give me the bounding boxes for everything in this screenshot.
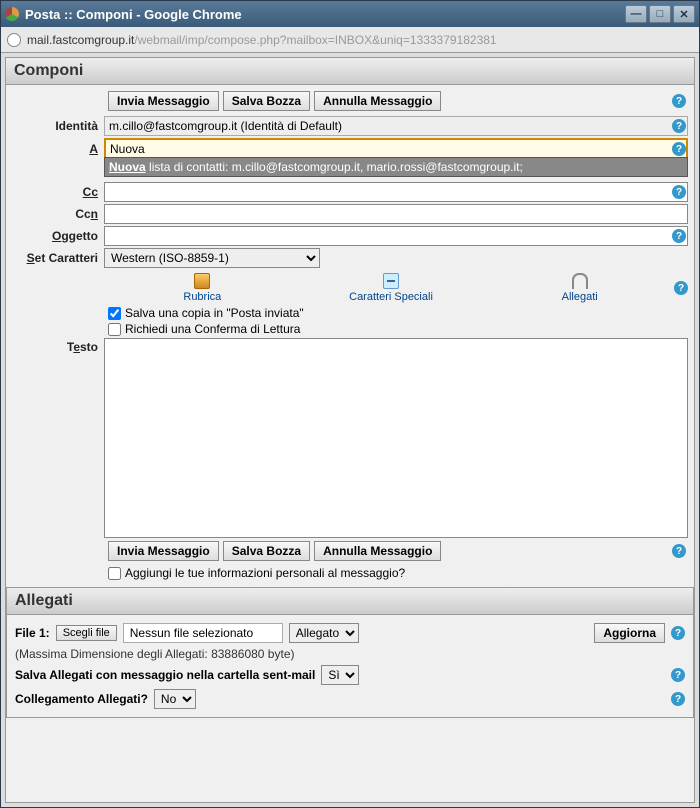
save-sent-row: Salva Allegati con messaggio nella carte… <box>15 663 685 687</box>
cc-label: Cc <box>12 185 104 199</box>
to-label: A <box>12 142 104 156</box>
top-action-row: Invia Messaggio Salva Bozza Annulla Mess… <box>12 89 688 115</box>
help-icon[interactable]: ? <box>672 142 686 156</box>
attachments-link[interactable]: Allegati <box>485 273 674 303</box>
file1-row: File 1: Scegli file Nessun file selezion… <box>15 621 685 645</box>
paperclip-icon <box>572 273 588 289</box>
identity-row: Identità m.cillo@fastcomgroup.it (Identi… <box>12 115 688 137</box>
save-copy-label: Salva una copia in "Posta inviata" <box>125 306 304 320</box>
help-icon[interactable]: ? <box>671 692 685 706</box>
compose-header: Componi <box>6 58 694 85</box>
attachments-header: Allegati <box>7 588 693 615</box>
link-attach-row: Collegamento Allegati? No ? <box>15 687 685 711</box>
append-info-label: Aggiungi le tue informazioni personali a… <box>125 566 405 580</box>
maximize-button[interactable]: □ <box>649 5 671 23</box>
url-text: mail.fastcomgroup.it/webmail/imp/compose… <box>27 33 497 47</box>
cancel-button-bottom[interactable]: Annulla Messaggio <box>314 541 441 561</box>
cc-row: Cc ? <box>12 181 688 203</box>
choose-file-button[interactable]: Scegli file <box>56 625 117 641</box>
window-title: Posta :: Componi - Google Chrome <box>25 7 242 22</box>
attachments-panel: Allegati File 1: Scegli file Nessun file… <box>6 587 694 718</box>
save-copy-checkbox[interactable] <box>108 307 121 320</box>
save-draft-button-top[interactable]: Salva Bozza <box>223 91 310 111</box>
addressbook-icon <box>194 273 210 289</box>
compose-panel: Componi Invia Messaggio Salva Bozza Annu… <box>5 57 695 803</box>
browser-window: Posta :: Componi - Google Chrome — □ ✕ m… <box>0 0 700 808</box>
read-receipt-row: Richiedi una Conferma di Lettura <box>12 321 688 337</box>
help-icon[interactable]: ? <box>672 229 686 243</box>
address-bar[interactable]: mail.fastcomgroup.it/webmail/imp/compose… <box>1 27 699 53</box>
bcc-row: Ccn <box>12 203 688 225</box>
save-copy-row: Salva una copia in "Posta inviata" <box>12 305 688 321</box>
help-icon[interactable]: ? <box>672 94 686 108</box>
max-size-note: (Massima Dimensione degli Allegati: 8388… <box>15 645 685 663</box>
identity-value[interactable]: m.cillo@fastcomgroup.it (Identità di Def… <box>104 116 688 136</box>
send-button-bottom[interactable]: Invia Messaggio <box>108 541 219 561</box>
titlebar: Posta :: Componi - Google Chrome — □ ✕ <box>1 1 699 27</box>
send-button-top[interactable]: Invia Messaggio <box>108 91 219 111</box>
save-draft-button-bottom[interactable]: Salva Bozza <box>223 541 310 561</box>
cc-input[interactable] <box>104 182 688 202</box>
subject-label: Oggetto <box>12 229 104 243</box>
cancel-button-top[interactable]: Annulla Messaggio <box>314 91 441 111</box>
save-sent-label: Salva Allegati con messaggio nella carte… <box>15 668 315 682</box>
append-info-checkbox[interactable] <box>108 567 121 580</box>
identity-label: Identità <box>12 119 104 133</box>
autocomplete-suggestion[interactable]: Nuova lista di contatti: m.cillo@fastcom… <box>104 157 688 177</box>
read-receipt-checkbox[interactable] <box>108 323 121 336</box>
help-icon[interactable]: ? <box>672 119 686 133</box>
charset-row: Set Caratteri Western (ISO-8859-1) <box>12 247 688 269</box>
bcc-input[interactable] <box>104 204 688 224</box>
rubrica-link[interactable]: Rubrica <box>108 273 297 303</box>
bottom-action-row: Invia Messaggio Salva Bozza Annulla Mess… <box>12 539 688 565</box>
update-attachments-button[interactable]: Aggiorna <box>594 623 665 643</box>
read-receipt-label: Richiedi una Conferma di Lettura <box>125 322 300 336</box>
globe-icon <box>7 33 21 47</box>
special-chars-link[interactable]: Caratteri Speciali <box>297 273 486 303</box>
body-label: Testo <box>12 338 104 354</box>
subject-row: Oggetto ? <box>12 225 688 247</box>
help-icon[interactable]: ? <box>671 668 685 682</box>
file1-label: File 1: <box>15 626 50 640</box>
toolbar-icons-row: Rubrica Caratteri Speciali Allegati ? <box>12 269 688 305</box>
disposition-select[interactable]: Allegato <box>289 623 359 643</box>
to-row: A Nuova lista di contatti: m.cillo@fastc… <box>12 137 688 161</box>
save-sent-select[interactable]: Sì <box>321 665 359 685</box>
link-attach-select[interactable]: No <box>154 689 196 709</box>
file-name-display: Nessun file selezionato <box>123 623 283 643</box>
body-textarea[interactable] <box>104 338 688 538</box>
charset-label: Set Caratteri <box>12 251 104 265</box>
help-icon[interactable]: ? <box>671 626 685 640</box>
subject-input[interactable] <box>104 226 688 246</box>
minimize-button[interactable]: — <box>625 5 647 23</box>
help-icon[interactable]: ? <box>672 185 686 199</box>
link-attach-label: Collegamento Allegati? <box>15 692 148 706</box>
chrome-icon <box>5 7 19 21</box>
close-button[interactable]: ✕ <box>673 5 695 23</box>
append-info-row: Aggiungi le tue informazioni personali a… <box>12 565 688 581</box>
bcc-label: Ccn <box>12 207 104 221</box>
help-icon[interactable]: ? <box>674 281 688 295</box>
body-row: Testo <box>12 337 688 539</box>
help-icon[interactable]: ? <box>672 544 686 558</box>
charset-select[interactable]: Western (ISO-8859-1) <box>104 248 320 268</box>
special-chars-icon <box>383 273 399 289</box>
content-area: Componi Invia Messaggio Salva Bozza Annu… <box>1 53 699 807</box>
